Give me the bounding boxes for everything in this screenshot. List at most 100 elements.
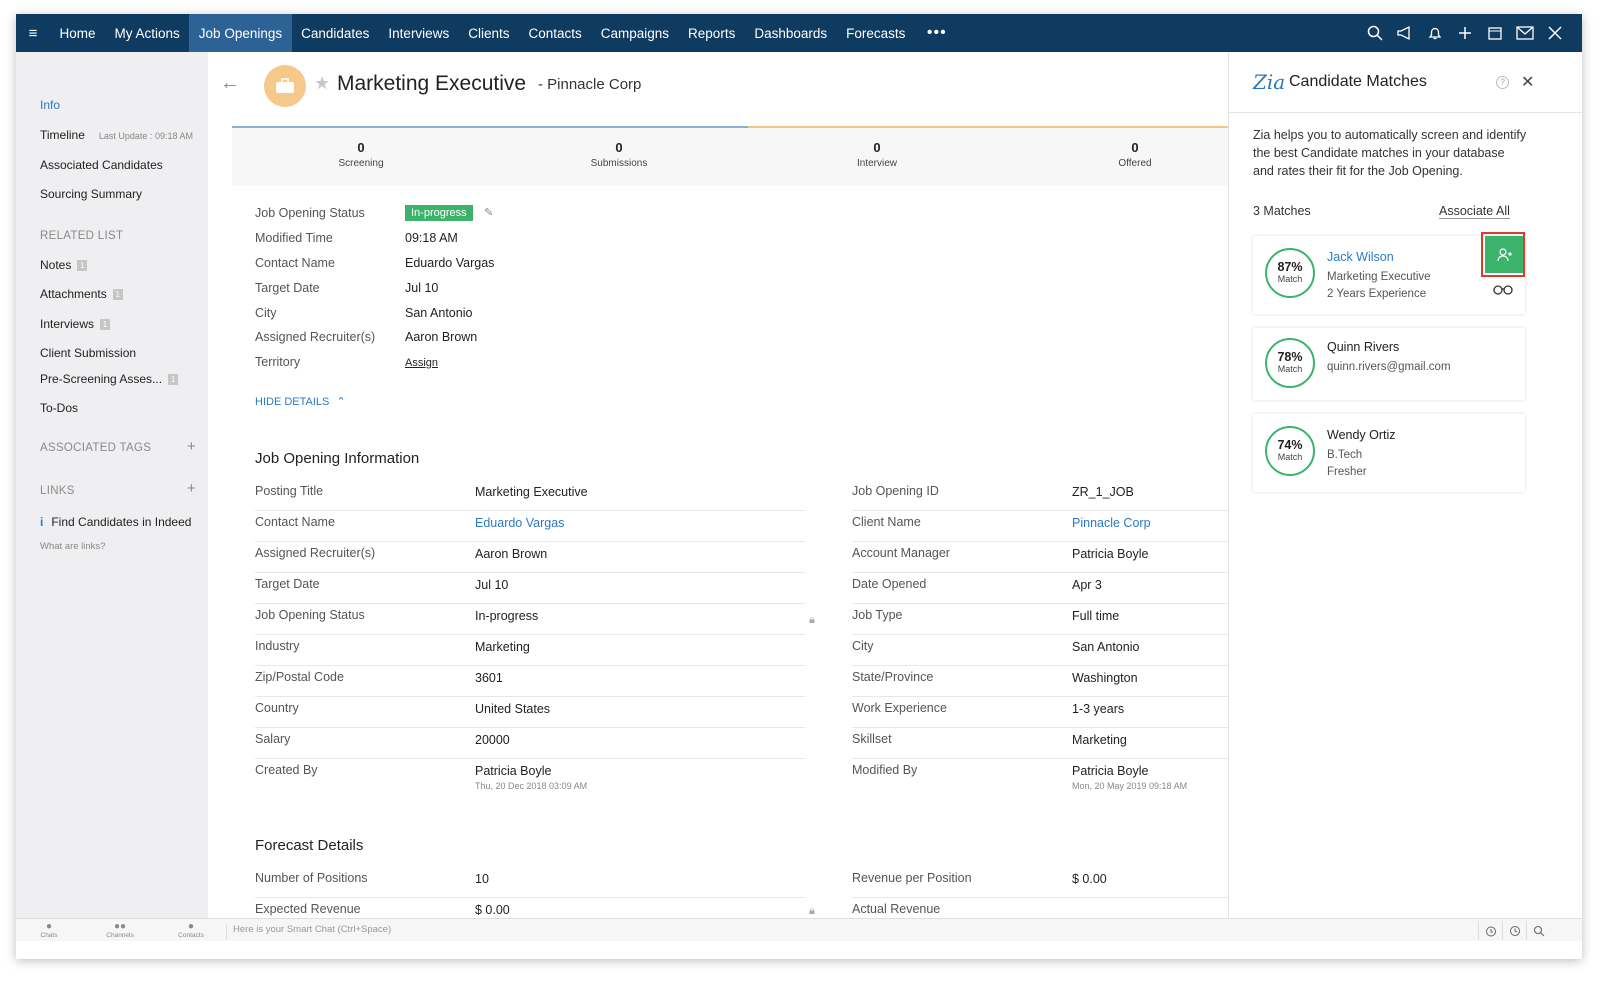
binoculars-icon[interactable] — [1493, 283, 1513, 298]
candidate-name[interactable]: Quinn Rivers — [1327, 340, 1399, 354]
sidebar-item-pre-screening[interactable]: Pre-Screening Asses... 1 — [40, 372, 179, 386]
tab-home[interactable]: Home — [50, 14, 105, 52]
tab-job-openings[interactable]: Job Openings — [189, 14, 292, 52]
footer-chats[interactable]: ● Chats — [31, 921, 67, 939]
field-row: Actual Revenue — [852, 898, 1228, 918]
footer-label: Chats — [40, 932, 58, 939]
more-tabs-button[interactable]: ••• — [915, 14, 959, 52]
field-label: Work Experience — [852, 701, 947, 715]
field-row: Industry Marketing — [255, 635, 805, 666]
field-value: Apr 3 — [1072, 578, 1102, 592]
candidate-card[interactable]: 78% Match Quinn Rivers quinn.rivers@gmail… — [1253, 328, 1525, 400]
sidebar-item-attachments[interactable]: Attachments 1 — [40, 287, 123, 301]
field-row: Skillset Marketing — [852, 728, 1228, 759]
associate-all-button[interactable]: Associate All — [1439, 204, 1510, 219]
links-heading: LINKS — [40, 485, 75, 497]
footer-contacts[interactable]: ● Contacts — [173, 921, 209, 939]
sidebar-item-notes[interactable]: Notes 1 — [40, 258, 88, 272]
tab-interviews[interactable]: Interviews — [379, 14, 459, 52]
footer-search-icon[interactable] — [1526, 921, 1550, 940]
pipeline-stage-submissions[interactable]: 0 Submissions — [519, 140, 719, 169]
field-label: Salary — [255, 732, 291, 746]
field-value: Washington — [1072, 671, 1138, 685]
status-edit-icon[interactable]: ✎ — [484, 207, 493, 219]
candidate-card[interactable]: 74% Match Wendy Ortiz B.Tech Fresher — [1253, 414, 1525, 492]
field-value: Jul 10 — [475, 578, 509, 592]
history-icon[interactable] — [1502, 921, 1526, 940]
what-are-links-link[interactable]: What are links? — [40, 541, 105, 552]
field-row: State/Province Washington — [852, 666, 1228, 697]
top-nav: ≡ Home My Actions Job Openings Candidate… — [16, 14, 1582, 52]
pipeline-stage-screening[interactable]: 0 Screening — [261, 140, 461, 169]
help-icon[interactable]: ? — [1496, 76, 1509, 89]
contact-person-icon: ● — [187, 921, 195, 932]
pipeline-stage-interview[interactable]: 0 Interview — [777, 140, 977, 169]
field-label: Revenue per Position — [852, 871, 972, 885]
field-value: Patricia Boyle — [1072, 547, 1149, 561]
sidebar-item-info[interactable]: Info — [40, 98, 60, 112]
tab-reports[interactable]: Reports — [679, 14, 745, 52]
mail-icon[interactable] — [1510, 26, 1540, 40]
tab-dashboards[interactable]: Dashboards — [745, 14, 837, 52]
field-value: In-progress — [475, 609, 539, 623]
back-arrow-icon[interactable]: ← — [220, 72, 240, 95]
candidate-detail: 2 Years Experience — [1327, 288, 1427, 300]
tab-my-actions[interactable]: My Actions — [105, 14, 189, 52]
smart-chat-input[interactable]: Here is your Smart Chat (Ctrl+Space) — [226, 924, 1456, 940]
add-link-plus-icon[interactable]: + — [187, 480, 196, 497]
bottom-bar: ● Chats ●● Channels ● Contacts Here is your… — [16, 918, 1582, 941]
summary-fields: Job Opening Status In-progress ✎ Modifie… — [255, 205, 655, 406]
field-row: Client Name Pinnacle Corp — [852, 511, 1228, 542]
tools-icon[interactable] — [1540, 25, 1570, 41]
add-tag-plus-icon[interactable]: + — [187, 438, 196, 455]
hide-details-toggle[interactable]: HIDE DETAILS ⌃ — [255, 395, 346, 408]
field-value: Patricia Boyle — [1072, 764, 1149, 778]
field-value-link[interactable]: Eduardo Vargas — [475, 516, 564, 530]
field-value: United States — [475, 702, 551, 716]
match-score-ring: 87% Match — [1265, 248, 1315, 298]
app-window: ≡ Home My Actions Job Openings Candidate… — [16, 14, 1582, 959]
assign-territory-link[interactable]: Assign — [405, 357, 438, 369]
field-value-link[interactable]: Pinnacle Corp — [1072, 516, 1151, 530]
candidate-name[interactable]: Wendy Ortiz — [1327, 428, 1396, 442]
footer-channels[interactable]: ●● Channels — [102, 921, 138, 939]
favorite-star-icon[interactable]: ★ — [314, 73, 330, 94]
status-badge[interactable]: In-progress — [405, 205, 473, 221]
sidebar-item-associated-candidates[interactable]: Associated Candidates — [40, 158, 163, 172]
hiring-pipeline: 0 Screening 0 Submissions 0 Interview 0 Offe… — [232, 126, 1228, 186]
bell-icon[interactable] — [1420, 25, 1450, 41]
tab-campaigns[interactable]: Campaigns — [591, 14, 678, 52]
sidebar-item-sourcing-summary[interactable]: Sourcing Summary — [40, 187, 142, 201]
sidebar-item-timeline[interactable]: Timeline Last Update : 09:18 AM — [40, 128, 193, 142]
hamburger-menu-icon[interactable]: ≡ — [16, 14, 50, 52]
tab-clients[interactable]: Clients — [459, 14, 519, 52]
sidebar-item-interviews[interactable]: Interviews 1 — [40, 317, 111, 331]
calendar-icon[interactable] — [1480, 25, 1510, 41]
field-row: Modified By Patricia Boyle Mon, 20 May 201… — [852, 759, 1228, 791]
pipeline-stage-offered[interactable]: 0 Offered — [1035, 140, 1228, 169]
alarm-clock-icon[interactable] — [1478, 921, 1502, 940]
candidate-matches-panel: Zia Candidate Matches ? ✕ Zia helps you … — [1228, 52, 1582, 918]
sidebar-item-todos[interactable]: To-Dos — [40, 401, 78, 415]
field-value: Eduardo Vargas — [405, 256, 495, 270]
timeline-last-update: Last Update : 09:18 AM — [98, 131, 193, 141]
link-find-candidates-indeed[interactable]: i Find Candidates in Indeed — [40, 515, 191, 529]
close-icon[interactable]: ✕ — [1521, 72, 1534, 92]
field-label: Target Date — [255, 577, 320, 591]
field-label: Job Type — [852, 608, 903, 622]
match-label: Match — [1277, 364, 1303, 374]
tab-forecasts[interactable]: Forecasts — [837, 14, 915, 52]
lock-icon: 🔒︎ — [809, 905, 815, 917]
plus-icon[interactable] — [1450, 25, 1480, 41]
sidebar-item-client-submission[interactable]: Client Submission — [40, 346, 136, 360]
field-label: Date Opened — [852, 577, 927, 591]
tab-candidates[interactable]: Candidates — [292, 14, 379, 52]
megaphone-icon[interactable] — [1390, 25, 1420, 41]
search-icon[interactable] — [1360, 25, 1390, 41]
field-value: San Antonio — [1072, 640, 1140, 654]
candidate-card[interactable]: 87% Match Jack Wilson Marketing Executive… — [1253, 232, 1525, 314]
link-label: Find Candidates in Indeed — [51, 515, 192, 529]
tab-contacts[interactable]: Contacts — [519, 14, 591, 52]
field-row: Zip/Postal Code 3601 — [255, 666, 805, 697]
candidate-name-link[interactable]: Jack Wilson — [1327, 250, 1394, 264]
